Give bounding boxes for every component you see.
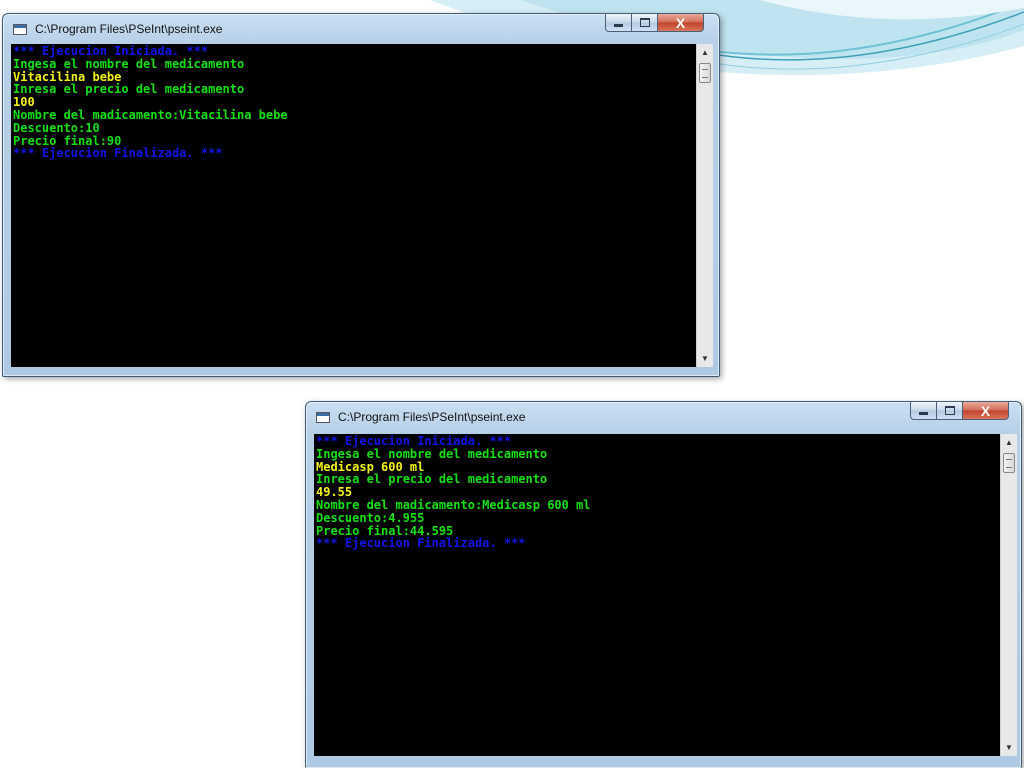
console-line: *** Ejecucion Finalizada. *** xyxy=(316,536,526,551)
console-window-1: C:\Program Files\PSeInt\pseint.exe X ***… xyxy=(2,13,720,377)
scroll-down-arrow-icon[interactable]: ▼ xyxy=(1001,739,1017,756)
maximize-button[interactable] xyxy=(937,401,963,420)
minimize-button[interactable] xyxy=(605,13,632,32)
minimize-button[interactable] xyxy=(910,401,937,420)
window-title: C:\Program Files\PSeInt\pseint.exe xyxy=(35,22,223,36)
console-output[interactable]: *** Ejecucion Iniciada. *** Ingesa el no… xyxy=(314,434,1000,756)
console-line: *** Ejecucion Finalizada. *** xyxy=(13,146,223,161)
console-line: Nombre del madicamento:Medicasp 600 ml xyxy=(316,497,591,512)
console-line: Nombre del madicamento:Vitacilina bebe xyxy=(13,107,288,122)
maximize-button[interactable] xyxy=(632,13,658,32)
window-title: C:\Program Files\PSeInt\pseint.exe xyxy=(338,410,526,424)
close-icon: X xyxy=(675,14,686,31)
scroll-thumb[interactable] xyxy=(699,63,711,83)
maximize-icon xyxy=(944,406,955,415)
console-line: *** Ejecucion Iniciada. *** xyxy=(13,44,209,58)
console-line: Descuento:4.955 xyxy=(316,510,425,525)
scroll-up-arrow-icon[interactable]: ▲ xyxy=(697,44,713,61)
close-button[interactable]: X xyxy=(963,401,1009,420)
console-app-icon[interactable] xyxy=(13,24,27,35)
close-icon: X xyxy=(980,402,991,419)
minimize-icon xyxy=(614,24,623,27)
console-line: Inresa el precio del medicamento xyxy=(316,472,548,487)
console-line: Descuento:10 xyxy=(13,120,100,135)
maximize-icon xyxy=(639,18,650,27)
console-line: Ingesa el nombre del medicamento xyxy=(13,56,245,71)
scroll-down-arrow-icon[interactable]: ▼ xyxy=(697,350,713,367)
scroll-thumb[interactable] xyxy=(1003,453,1015,473)
close-button[interactable]: X xyxy=(658,13,704,32)
console-window-2: C:\Program Files\PSeInt\pseint.exe X ***… xyxy=(305,401,1022,768)
console-line: Ingesa el nombre del medicamento xyxy=(316,446,548,461)
console-app-icon[interactable] xyxy=(316,412,330,423)
scroll-up-arrow-icon[interactable]: ▲ xyxy=(1001,434,1017,451)
minimize-icon xyxy=(919,412,928,415)
console-output[interactable]: *** Ejecucion Iniciada. *** Ingesa el no… xyxy=(11,44,696,367)
vertical-scrollbar[interactable]: ▲ ▼ xyxy=(1000,434,1017,756)
console-line: *** Ejecucion Iniciada. *** xyxy=(316,434,512,448)
console-line: Inresa el precio del medicamento xyxy=(13,82,245,97)
vertical-scrollbar[interactable]: ▲ ▼ xyxy=(696,44,713,367)
